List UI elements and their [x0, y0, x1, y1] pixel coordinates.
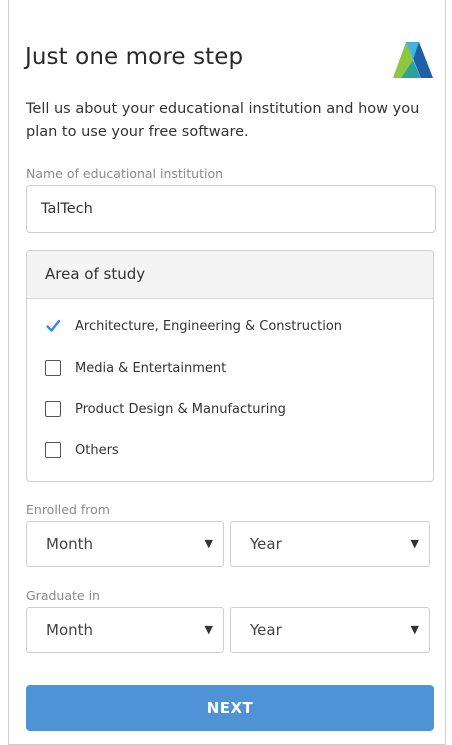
area-of-study-panel: Area of study Architecture, Engineering … — [26, 250, 434, 482]
area-of-study-heading: Area of study — [27, 251, 433, 299]
study-option-media[interactable]: Media & Entertainment — [45, 360, 226, 376]
next-button[interactable]: NEXT — [26, 685, 434, 731]
enrolled-from-label: Enrolled from — [26, 502, 110, 517]
study-option-product-design[interactable]: Product Design & Manufacturing — [45, 401, 286, 417]
checkbox-icon[interactable] — [45, 442, 61, 458]
dropdown-arrow-icon: ▼ — [410, 623, 419, 636]
enrolled-year-value: Year — [250, 535, 282, 553]
signup-card: Just one more step Tell us about your ed… — [8, 0, 446, 745]
checkbox-checked-icon[interactable] — [45, 318, 61, 334]
graduate-year-select[interactable]: Year ▼ — [230, 607, 430, 653]
graduate-in-label: Graduate in — [26, 588, 100, 603]
autodesk-logo-icon — [393, 42, 433, 78]
graduate-month-select[interactable]: Month ▼ — [26, 607, 224, 653]
institution-label: Name of educational institution — [26, 166, 224, 181]
graduate-year-value: Year — [250, 621, 282, 639]
study-option-label: Media & Entertainment — [75, 360, 227, 376]
study-option-aec[interactable]: Architecture, Engineering & Construction — [45, 318, 342, 334]
enrolled-month-select[interactable]: Month ▼ — [26, 521, 224, 567]
study-option-others[interactable]: Others — [45, 442, 119, 458]
study-option-label: Product Design & Manufacturing — [75, 401, 286, 417]
checkbox-icon[interactable] — [45, 360, 61, 376]
enrolled-year-select[interactable]: Year ▼ — [230, 521, 430, 567]
dropdown-arrow-icon: ▼ — [410, 537, 419, 550]
checkbox-icon[interactable] — [45, 401, 61, 417]
institution-input[interactable] — [26, 185, 436, 233]
graduate-month-value: Month — [46, 621, 94, 639]
dropdown-arrow-icon: ▼ — [204, 623, 213, 636]
study-option-label: Architecture, Engineering & Construction — [75, 318, 343, 334]
study-option-label: Others — [75, 442, 119, 458]
dropdown-arrow-icon: ▼ — [204, 537, 213, 550]
intro-text: Tell us about your educational instituti… — [26, 101, 420, 140]
page-title: Just one more step — [25, 44, 244, 70]
enrolled-month-value: Month — [46, 535, 94, 553]
